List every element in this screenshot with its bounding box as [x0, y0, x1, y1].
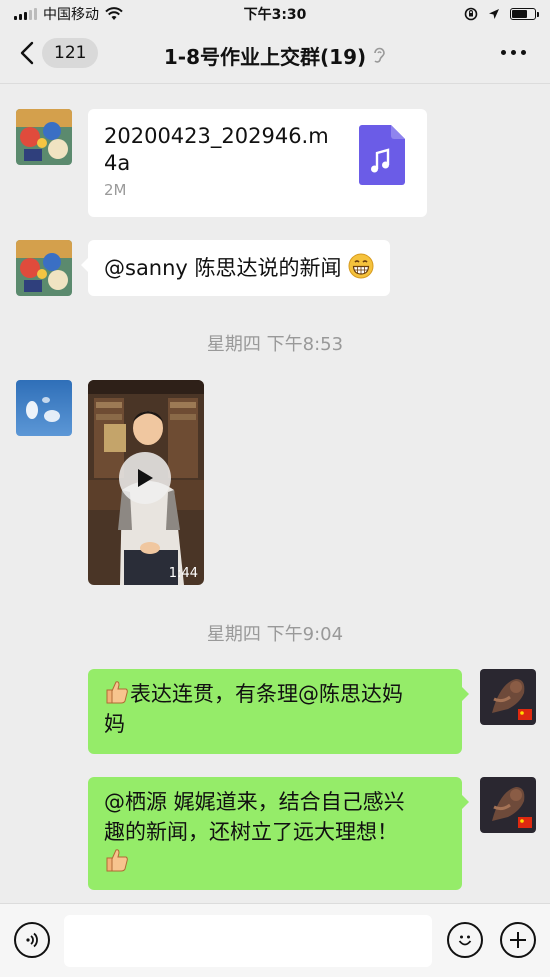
audio-file-icon [359, 125, 405, 185]
chat-header: 121 1-8号作业上交群(19) [0, 28, 550, 84]
carrier-label: 中国移动 [43, 7, 99, 23]
sender-avatar[interactable] [16, 109, 72, 165]
voice-input-button[interactable] [14, 922, 50, 958]
message-input[interactable] [64, 915, 432, 967]
play-button[interactable] [119, 452, 171, 504]
smiley-icon [458, 935, 472, 946]
file-name: 20200423_202946.m 4a [104, 124, 329, 175]
thumbs-up-icon [106, 849, 128, 872]
emoji-button[interactable] [447, 922, 483, 958]
thumbs-up-icon [106, 681, 128, 704]
play-icon [138, 469, 153, 487]
battery-icon [510, 8, 539, 20]
input-bar [0, 903, 550, 977]
text-message[interactable]: @sanny 陈思达说的新闻 [80, 240, 391, 296]
sender-avatar[interactable] [16, 380, 72, 436]
wifi-icon [105, 7, 123, 20]
more-actions-button[interactable] [500, 922, 536, 958]
grinning-face-icon [348, 253, 374, 279]
voice-icon [26, 932, 38, 948]
orientation-lock-icon [464, 7, 478, 21]
signal-icon [14, 8, 37, 20]
more-options-button[interactable] [501, 42, 526, 63]
chevron-left-icon [20, 41, 34, 65]
video-duration: 1:44 [168, 566, 198, 581]
location-icon [489, 9, 499, 19]
timestamp: 星期四 下午9:04 [206, 624, 344, 645]
plus-icon [510, 932, 526, 948]
ear-icon [374, 47, 385, 63]
video-message[interactable]: 1:44 [88, 380, 204, 585]
group-name: 1-8号作业上交群(19) [163, 45, 367, 69]
timestamp: 星期四 下午8:53 [206, 334, 344, 355]
file-message[interactable]: 20200423_202946.m 4a 2M [88, 109, 427, 217]
back-button[interactable]: 121 [20, 38, 99, 68]
my-avatar[interactable] [480, 777, 536, 833]
my-avatar[interactable] [480, 669, 536, 725]
text-message[interactable]: 表达连贯，有条理@陈思达妈妈 [88, 669, 469, 754]
text-message[interactable]: @栖源 娓娓道来，结合自己感兴 趣的新闻，还树立了远大理想！ [88, 777, 469, 890]
status-bar: 中国移动 下午3:30 [0, 0, 550, 28]
message-list[interactable]: 20200423_202946.m 4a 2M @sanny 陈思达说的新闻 星… [0, 85, 550, 903]
unread-count-badge: 121 [42, 38, 99, 68]
sender-avatar[interactable] [16, 240, 72, 296]
